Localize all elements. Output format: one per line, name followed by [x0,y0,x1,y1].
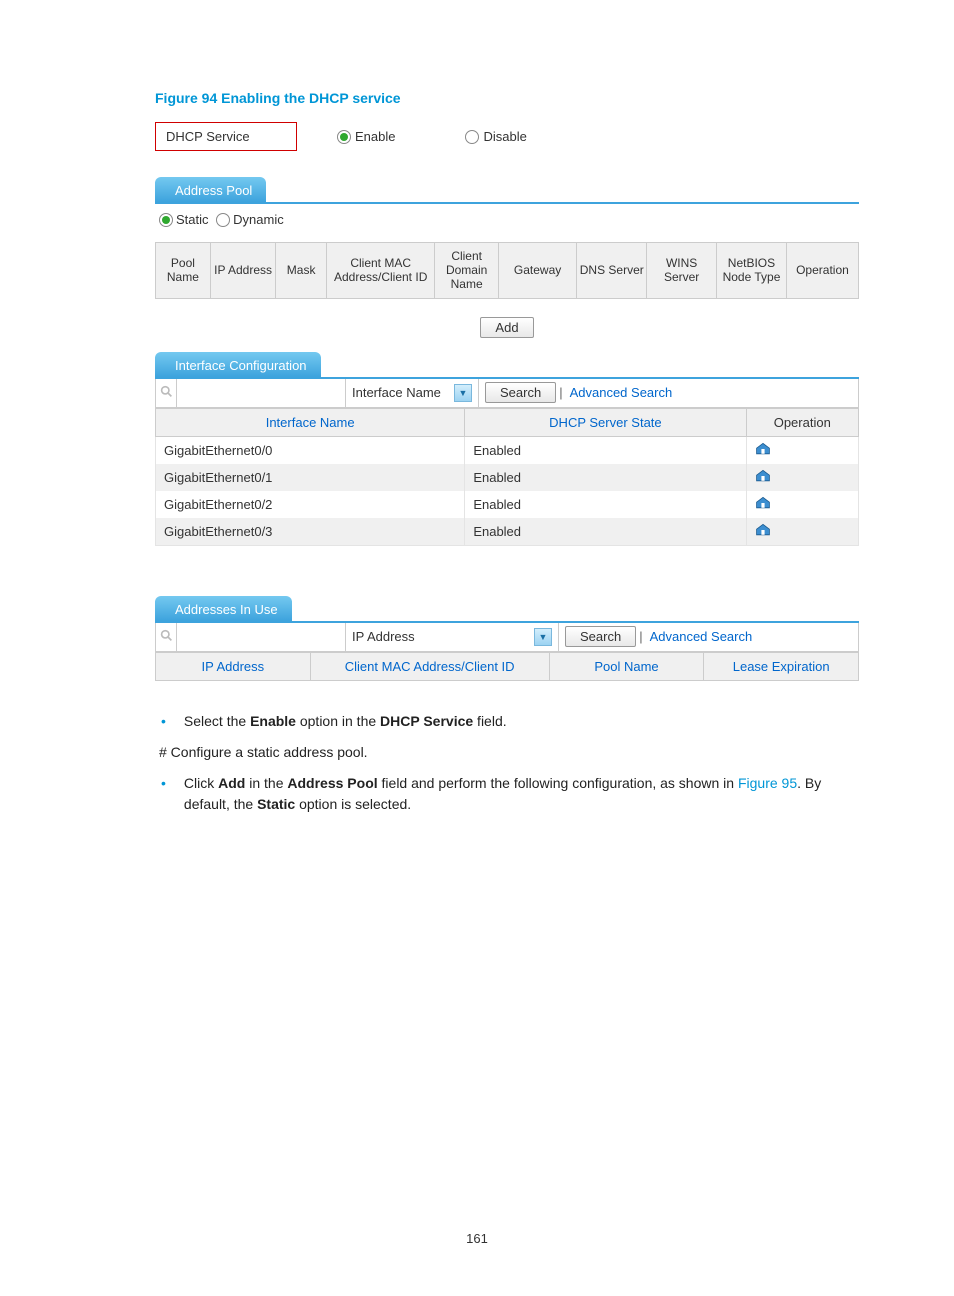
radio-selected-icon [337,130,351,144]
inuse-search-input[interactable] [176,623,346,651]
advanced-search-link[interactable]: Advanced Search [644,629,759,644]
addresses-in-use-tab: Addresses In Use [155,596,292,621]
col-netbios: NetBIOS Node Type [717,242,787,298]
chevron-down-icon: ▼ [534,628,552,646]
col-mask: Mask [276,242,327,298]
static-label: Static [176,212,209,227]
dhcp-service-row: DHCP Service Enable Disable [155,122,859,151]
table-row: GigabitEthernet0/1 Enabled [156,464,859,491]
addresses-in-use-section: Addresses In Use [155,596,859,623]
iface-search-field-dropdown[interactable]: Interface Name ▼ [346,379,479,407]
col-domain: Client Domain Name [435,242,498,298]
col-dhcp-state[interactable]: DHCP Server State [465,408,746,436]
bullet-1: Select the Enable option in the DHCP Ser… [184,711,507,732]
iface-name-cell: GigabitEthernet0/2 [156,491,465,518]
static-radio[interactable]: Static [159,212,209,227]
interface-config-tab: Interface Configuration [155,352,321,377]
iface-search-button[interactable]: Search [485,382,556,403]
edit-button[interactable] [746,518,859,546]
interface-config-section: Interface Configuration [155,352,859,379]
col-lease-exp[interactable]: Lease Expiration [704,652,859,680]
table-row: GigabitEthernet0/0 Enabled [156,436,859,464]
inuse-search-bar: IP Address ▼ Search | Advanced Search [155,623,859,652]
table-row: GigabitEthernet0/2 Enabled [156,491,859,518]
iface-name-cell: GigabitEthernet0/3 [156,518,465,546]
radio-selected-icon [159,213,173,227]
col-operation: Operation [746,408,859,436]
search-icon [156,385,176,401]
col-wins: WINS Server [647,242,717,298]
table-row: GigabitEthernet0/3 Enabled [156,518,859,546]
col-operation: Operation [786,242,858,298]
address-pool-header-table: Pool Name IP Address Mask Client MAC Add… [155,242,859,299]
col-gateway: Gateway [498,242,576,298]
col-client-mac[interactable]: Client MAC Address/Client ID [310,652,549,680]
bullet-icon: • [155,711,166,732]
dhcp-disable-radio[interactable]: Disable [465,129,526,144]
figure-link[interactable]: Figure 95 [738,775,797,791]
dropdown-value: Interface Name [352,385,441,400]
edit-button[interactable] [746,464,859,491]
address-pool-tab: Address Pool [155,177,266,202]
enable-label: Enable [355,129,395,144]
addresses-in-use-table: IP Address Client MAC Address/Client ID … [155,652,859,681]
iface-name-cell: GigabitEthernet0/0 [156,436,465,464]
radio-icon [465,130,479,144]
iface-state-cell: Enabled [465,518,746,546]
col-dns: DNS Server [577,242,647,298]
dhcp-service-label: DHCP Service [155,122,297,151]
iface-state-cell: Enabled [465,491,746,518]
pool-mode-row: Static Dynamic [155,204,859,238]
radio-icon [216,213,230,227]
inuse-search-field-dropdown[interactable]: IP Address ▼ [346,623,559,651]
dynamic-label: Dynamic [233,212,284,227]
add-button[interactable]: Add [480,317,533,338]
col-pool-name[interactable]: Pool Name [549,652,704,680]
bullet-2: Click Add in the Address Pool field and … [184,773,859,815]
iface-name-cell: GigabitEthernet0/1 [156,464,465,491]
dynamic-radio[interactable]: Dynamic [216,212,284,227]
edit-button[interactable] [746,491,859,518]
iface-state-cell: Enabled [465,464,746,491]
page-number: 161 [0,1231,954,1246]
col-pool-name: Pool Name [156,242,211,298]
iface-search-bar: Interface Name ▼ Search | Advanced Searc… [155,379,859,408]
chevron-down-icon: ▼ [454,384,472,402]
dhcp-enable-radio[interactable]: Enable [337,129,395,144]
inuse-search-button[interactable]: Search [565,626,636,647]
instruction-text: • Select the Enable option in the DHCP S… [155,711,859,815]
hash-line: # Configure a static address pool. [159,742,859,763]
dropdown-value: IP Address [352,629,415,644]
edit-button[interactable] [746,436,859,464]
figure-title: Figure 94 Enabling the DHCP service [155,90,859,106]
search-icon [156,629,176,645]
iface-state-cell: Enabled [465,436,746,464]
address-pool-section: Address Pool [155,177,859,204]
advanced-search-link[interactable]: Advanced Search [564,385,679,400]
col-ip-address: IP Address [210,242,276,298]
col-mac: Client MAC Address/Client ID [326,242,435,298]
bullet-icon: • [155,773,166,815]
col-ip-address[interactable]: IP Address [156,652,311,680]
iface-search-input[interactable] [176,379,346,407]
disable-label: Disable [483,129,526,144]
interface-table: Interface Name DHCP Server State Operati… [155,408,859,546]
col-interface-name[interactable]: Interface Name [156,408,465,436]
